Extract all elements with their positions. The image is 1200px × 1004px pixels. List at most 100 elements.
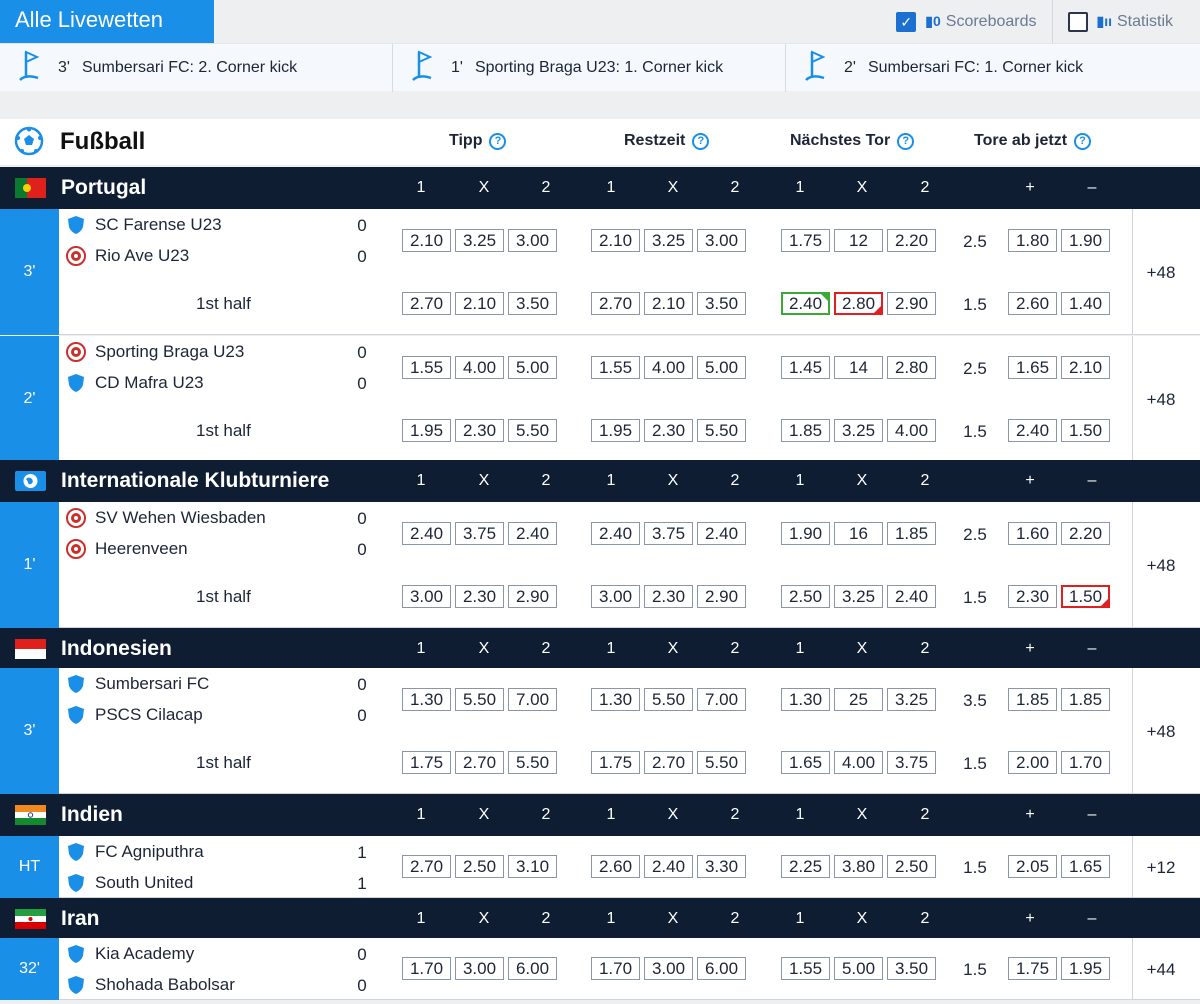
odd-button[interactable]: 1.95 [591, 419, 640, 442]
odd-button[interactable]: 2.50 [455, 855, 504, 878]
more-markets-link[interactable]: +44 [1140, 960, 1182, 980]
odd-button[interactable]: 1.50 [1061, 419, 1110, 442]
odd-button[interactable]: 1.30 [781, 688, 830, 711]
odd-button[interactable]: 2.70 [644, 751, 693, 774]
odd-button[interactable]: 1.95 [402, 419, 451, 442]
odd-button[interactable]: 2.70 [455, 751, 504, 774]
odd-button[interactable]: 2.00 [1008, 751, 1057, 774]
odd-button[interactable]: 3.00 [455, 957, 504, 980]
away-team[interactable]: Heerenveen [66, 539, 188, 559]
odd-button[interactable]: 2.30 [1008, 585, 1057, 608]
away-team[interactable]: Rio Ave U23 [66, 246, 189, 266]
odd-button[interactable]: 2.20 [1061, 522, 1110, 545]
odd-button[interactable]: 1.75 [591, 751, 640, 774]
ticker-item[interactable]: 2' Sumbersari FC: 1. Corner kick [786, 44, 1179, 92]
away-team[interactable]: South United [66, 873, 193, 893]
more-markets-link[interactable]: +12 [1140, 858, 1182, 878]
odd-button[interactable]: 2.40 [781, 292, 830, 315]
odd-button[interactable]: 3.00 [591, 585, 640, 608]
odd-button[interactable]: 1.75 [781, 229, 830, 252]
odd-button[interactable]: 2.25 [781, 855, 830, 878]
odd-button[interactable]: 5.50 [508, 751, 557, 774]
away-team[interactable]: CD Mafra U23 [66, 373, 204, 393]
odd-button[interactable]: 1.75 [402, 751, 451, 774]
help-icon[interactable]: ? [897, 132, 915, 150]
odd-button[interactable]: 1.65 [1061, 855, 1110, 878]
odd-button[interactable]: 7.00 [508, 688, 557, 711]
odd-button[interactable]: 1.60 [1008, 522, 1057, 545]
odd-button[interactable]: 2.10 [644, 292, 693, 315]
odd-button[interactable]: 3.80 [834, 855, 883, 878]
odd-button[interactable]: 2.30 [644, 419, 693, 442]
odd-button[interactable]: 2.30 [644, 585, 693, 608]
odd-button[interactable]: 2.60 [591, 855, 640, 878]
odd-button[interactable]: 2.10 [455, 292, 504, 315]
odd-button[interactable]: 2.70 [402, 855, 451, 878]
odd-button[interactable]: 2.20 [887, 229, 936, 252]
checkbox-checked-icon[interactable]: ✓ [896, 11, 917, 32]
odd-button[interactable]: 5.00 [697, 356, 746, 379]
odd-button[interactable]: 3.50 [697, 292, 746, 315]
odd-button[interactable]: 3.25 [834, 419, 883, 442]
more-markets-link[interactable]: +48 [1140, 556, 1182, 576]
home-team[interactable]: Kia Academy [66, 944, 194, 964]
odd-button[interactable]: 6.00 [508, 957, 557, 980]
odd-button[interactable]: 3.00 [644, 957, 693, 980]
odd-button[interactable]: 1.90 [781, 522, 830, 545]
odd-button[interactable]: 4.00 [644, 356, 693, 379]
league-header[interactable]: Internationale Klubturniere 1 X 2 1 X 2 1 X 2 + – [0, 460, 1200, 502]
odd-button[interactable]: 2.40 [644, 855, 693, 878]
odd-button[interactable]: 5.50 [508, 419, 557, 442]
odd-button[interactable]: 1.55 [402, 356, 451, 379]
odd-button[interactable]: 1.55 [781, 957, 830, 980]
odd-button[interactable]: 2.40 [508, 522, 557, 545]
league-header[interactable]: Iran 1 X 2 1 X 2 1 X 2 + – [0, 898, 1200, 940]
away-team[interactable]: PSCS Cilacap [66, 705, 203, 725]
odd-button[interactable]: 1.95 [1061, 957, 1110, 980]
home-team[interactable]: FC Agniputhra [66, 842, 204, 862]
odd-button[interactable]: 3.75 [887, 751, 936, 774]
odd-button[interactable]: 3.30 [697, 855, 746, 878]
odd-button[interactable]: 2.30 [455, 419, 504, 442]
odd-button[interactable]: 2.10 [591, 229, 640, 252]
odd-button[interactable]: 2.80 [834, 292, 883, 315]
odd-button[interactable]: 2.90 [697, 585, 746, 608]
odd-button[interactable]: 2.10 [402, 229, 451, 252]
more-markets-link[interactable]: +48 [1140, 722, 1182, 742]
odd-button[interactable]: 5.00 [834, 957, 883, 980]
more-markets-link[interactable]: +48 [1140, 390, 1182, 410]
odd-button[interactable]: 1.75 [1008, 957, 1057, 980]
help-icon[interactable]: ? [1074, 132, 1092, 150]
scoreboards-toggle[interactable]: ✓ ▮0 Scoreboards [886, 0, 1046, 43]
odd-button[interactable]: 16 [834, 522, 883, 545]
ticker-item[interactable]: 1' Sporting Braga U23: 1. Corner kick [393, 44, 786, 92]
odd-button[interactable]: 3.25 [834, 585, 883, 608]
odd-button[interactable]: 2.70 [591, 292, 640, 315]
odd-button[interactable]: 2.40 [402, 522, 451, 545]
odd-button[interactable]: 4.00 [887, 419, 936, 442]
odd-button[interactable]: 1.30 [591, 688, 640, 711]
odd-button[interactable]: 1.70 [402, 957, 451, 980]
home-team[interactable]: Sumbersari FC [66, 674, 209, 694]
ticker-item[interactable]: 3' Sumbersari FC: 2. Corner kick [0, 44, 393, 92]
odd-button[interactable]: 2.90 [887, 292, 936, 315]
odd-button[interactable]: 2.50 [887, 855, 936, 878]
odd-button[interactable]: 2.40 [591, 522, 640, 545]
odd-button[interactable]: 1.70 [1061, 751, 1110, 774]
odd-button[interactable]: 2.50 [781, 585, 830, 608]
odd-button[interactable]: 2.80 [887, 356, 936, 379]
odd-button[interactable]: 2.30 [455, 585, 504, 608]
odd-button[interactable]: 1.50 [1061, 585, 1110, 608]
odd-button[interactable]: 2.05 [1008, 855, 1057, 878]
odd-button[interactable]: 2.40 [887, 585, 936, 608]
odd-button[interactable]: 3.75 [455, 522, 504, 545]
odd-button[interactable]: 4.00 [834, 751, 883, 774]
odd-button[interactable]: 5.00 [508, 356, 557, 379]
odd-button[interactable]: 14 [834, 356, 883, 379]
odd-button[interactable]: 3.75 [644, 522, 693, 545]
odd-button[interactable]: 1.85 [781, 419, 830, 442]
odd-button[interactable]: 2.60 [1008, 292, 1057, 315]
odd-button[interactable]: 3.50 [508, 292, 557, 315]
odd-button[interactable]: 3.00 [697, 229, 746, 252]
odd-button[interactable]: 25 [834, 688, 883, 711]
